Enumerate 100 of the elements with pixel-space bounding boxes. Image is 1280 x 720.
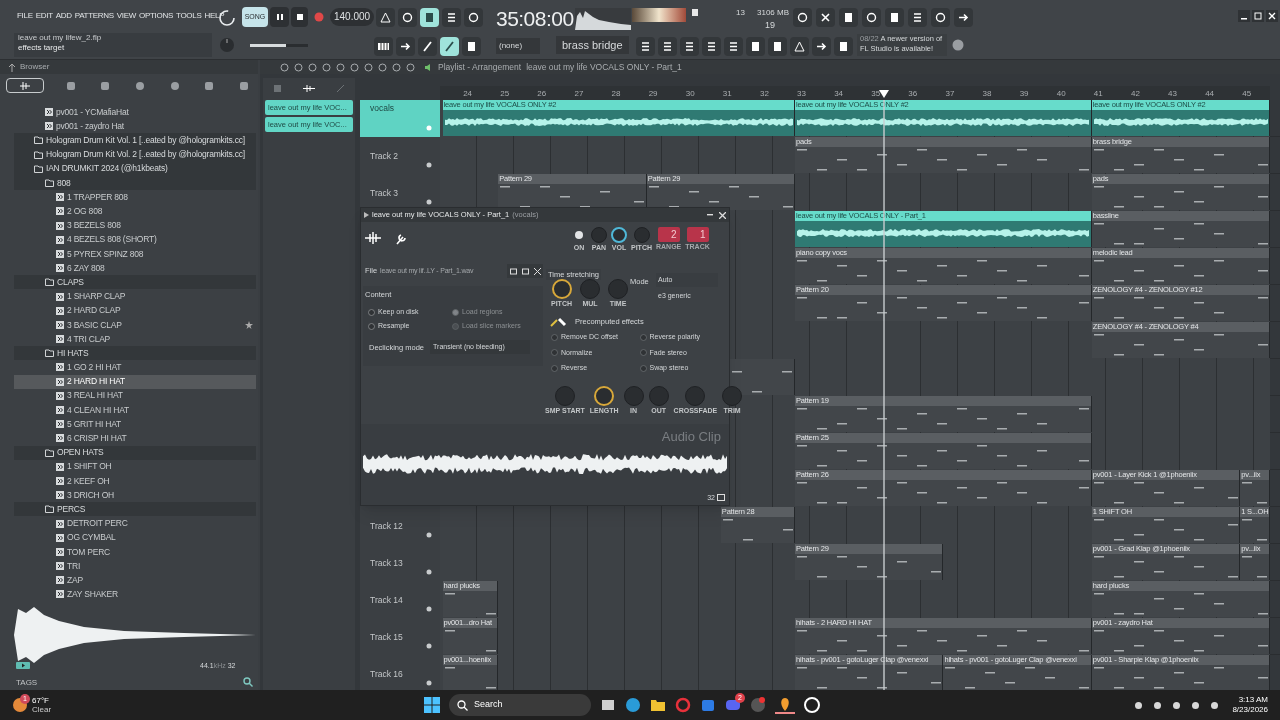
track-header[interactable]: vocals	[360, 100, 440, 137]
checkbox[interactable]	[639, 349, 647, 357]
play-pause-button[interactable]	[270, 7, 289, 27]
sample-item[interactable]: 2 KEEF OH	[67, 474, 110, 488]
waveform-icon[interactable]	[303, 83, 315, 93]
menu-item[interactable]: FILE	[17, 10, 33, 22]
arrow-up-icon[interactable]	[8, 62, 16, 72]
toolbar-button[interactable]	[462, 37, 481, 56]
knob[interactable]	[594, 386, 615, 406]
knob[interactable]	[551, 279, 572, 299]
checkbox[interactable]	[551, 364, 558, 372]
radio-button[interactable]	[368, 322, 375, 330]
mute-led-icon[interactable]	[426, 532, 432, 538]
toolbar-button[interactable]	[374, 37, 393, 56]
sample-item[interactable]: 2 HARD CLAP	[67, 304, 121, 318]
minimize-icon[interactable]	[707, 211, 713, 218]
knob[interactable]	[611, 227, 627, 243]
folder-item[interactable]: PERCS	[57, 502, 86, 516]
checkbox[interactable]	[551, 333, 558, 341]
sample-item[interactable]: 3 REAL HI HAT	[67, 389, 123, 403]
menu-item[interactable]: OPTIONS	[139, 10, 173, 22]
toolbar-button[interactable]	[418, 37, 437, 56]
sample-item[interactable]: DETROIT PERC	[67, 517, 128, 530]
sample-item[interactable]: 6 CRISP HI HAT	[67, 432, 127, 445]
toolbar-button[interactable]	[839, 8, 858, 27]
toolbar-button[interactable]	[464, 8, 483, 27]
circle-icon[interactable]	[625, 697, 641, 713]
play-icon[interactable]	[16, 662, 30, 669]
dot-icon[interactable]	[1133, 699, 1145, 711]
sample-item[interactable]: 4 BEZELS 808 (SHORT)	[67, 233, 157, 247]
toolbar-button[interactable]	[442, 8, 461, 27]
waveform-icon[interactable]	[365, 232, 381, 244]
sample-item[interactable]: 1 TRAPPER 808	[67, 190, 128, 204]
track-header[interactable]: Track 12	[360, 507, 440, 544]
sample-item[interactable]: TOM PERC	[67, 545, 110, 559]
caret-icon[interactable]	[364, 212, 369, 218]
toolbar-button[interactable]	[680, 37, 699, 56]
taskbar-search[interactable]: Search	[449, 694, 591, 716]
windows-start-icon[interactable]	[424, 697, 440, 713]
playhead-icon[interactable]	[879, 90, 889, 98]
toolbar-button[interactable]	[420, 8, 439, 27]
toolbar-button[interactable]	[396, 37, 415, 56]
toolbar-button[interactable]	[793, 8, 812, 27]
menu-item[interactable]: ADD	[55, 10, 72, 22]
sample-item[interactable]: TRI	[67, 559, 81, 573]
sample-item[interactable]: 4 TRI CLAP	[67, 332, 111, 346]
mute-led-icon[interactable]	[426, 606, 432, 612]
toolbar-button[interactable]	[440, 37, 459, 56]
file-button[interactable]	[531, 264, 543, 278]
timeline-ruler[interactable]: 24 25 26 27 28 29 30 31 32 33 34 35 36 37 38 39 40 41 42 43 44 45	[440, 86, 1270, 100]
dot-icon[interactable]	[1152, 699, 1164, 711]
value-display[interactable]: 2	[657, 227, 680, 242]
browser-tab[interactable]	[6, 78, 44, 93]
chat-icon[interactable]	[725, 697, 741, 713]
menu-item[interactable]: VIEW	[116, 10, 137, 22]
file-button[interactable]	[519, 264, 531, 278]
sample-item[interactable]: ZAP	[67, 573, 83, 587]
checkbox[interactable]	[551, 349, 558, 357]
close-button[interactable]	[1266, 10, 1278, 22]
dot-icon[interactable]	[1190, 699, 1202, 711]
sample-item[interactable]: 3 BASIC CLAP	[67, 318, 122, 332]
search-icon[interactable]	[243, 677, 253, 687]
file-button[interactable]	[507, 264, 519, 278]
stop-button[interactable]	[291, 7, 308, 27]
toolbar-button[interactable]	[398, 8, 417, 27]
mute-led-icon[interactable]	[426, 162, 432, 168]
sample-item[interactable]: 1 GO 2 HI HAT	[67, 361, 122, 374]
checkbox[interactable]	[639, 333, 647, 341]
sample-item[interactable]: 3 DRICH OH	[67, 488, 114, 502]
toolbar-button[interactable]	[746, 37, 765, 56]
menu-item[interactable]: PATTERNS	[74, 10, 114, 22]
pattern-selector[interactable]: brass bridge	[556, 36, 629, 54]
toolbar-button[interactable]	[376, 8, 395, 27]
tempo-display[interactable]: 140.000	[330, 8, 375, 26]
sample-item[interactable]: 1 SHARP CLAP	[67, 290, 126, 303]
toolbar-button[interactable]	[702, 37, 721, 56]
sample-item[interactable]: OG CYMBAL	[67, 531, 116, 545]
folder-item[interactable]: OPEN HATS	[57, 446, 104, 459]
folder-item[interactable]: CLAPS	[57, 275, 84, 289]
clock-date[interactable]: 8/23/2026	[1232, 705, 1268, 715]
sample-item[interactable]: 2 OG 808	[67, 205, 103, 218]
toolbar-button[interactable]	[885, 8, 904, 27]
dot-icon[interactable]	[1209, 699, 1221, 711]
toolbar-button[interactable]	[816, 8, 835, 27]
track-header[interactable]: Track 13	[360, 544, 440, 581]
window-icon[interactable]	[600, 697, 616, 713]
toolbar-button[interactable]	[931, 8, 950, 27]
toolbar-button[interactable]	[862, 8, 881, 27]
value-display[interactable]: 1	[686, 227, 709, 242]
mute-led-icon[interactable]	[426, 680, 432, 686]
sample-item[interactable]: ZAY SHAKER	[67, 588, 118, 601]
tile-icon[interactable]	[700, 697, 716, 713]
toolbar-button[interactable]	[768, 37, 787, 56]
toolbar-button[interactable]	[636, 37, 655, 56]
toolbar-button[interactable]	[790, 37, 809, 56]
radio-button[interactable]	[368, 309, 375, 316]
volume-slider[interactable]	[250, 44, 308, 47]
sample-item[interactable]: 3 BEZELS 808	[67, 219, 121, 232]
mute-led-icon[interactable]	[426, 643, 432, 649]
track-header[interactable]: Track 15	[360, 618, 440, 655]
